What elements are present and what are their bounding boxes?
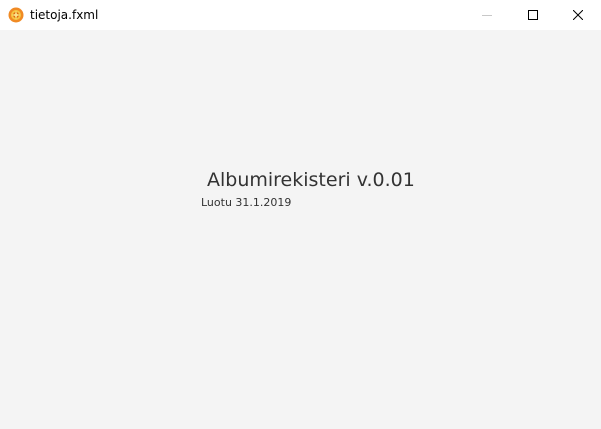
maximize-icon [528,10,538,20]
app-name-heading: Albumirekisteri v.0.01 [207,169,415,191]
created-date-label: Luotu 31.1.2019 [201,196,292,209]
window-title: tietoja.fxml [30,8,99,22]
app-window: tietoja.fxml Albumirekisteri v.0.01 Luot… [0,0,601,429]
close-button[interactable] [555,0,601,30]
minimize-button[interactable] [464,0,510,30]
maximize-button[interactable] [510,0,556,30]
close-icon [573,10,583,20]
java-app-icon[interactable] [8,7,24,23]
minimize-icon [482,15,492,16]
title-bar[interactable]: tietoja.fxml [0,0,601,30]
about-content: Albumirekisteri v.0.01 Luotu 31.1.2019 [0,30,601,429]
